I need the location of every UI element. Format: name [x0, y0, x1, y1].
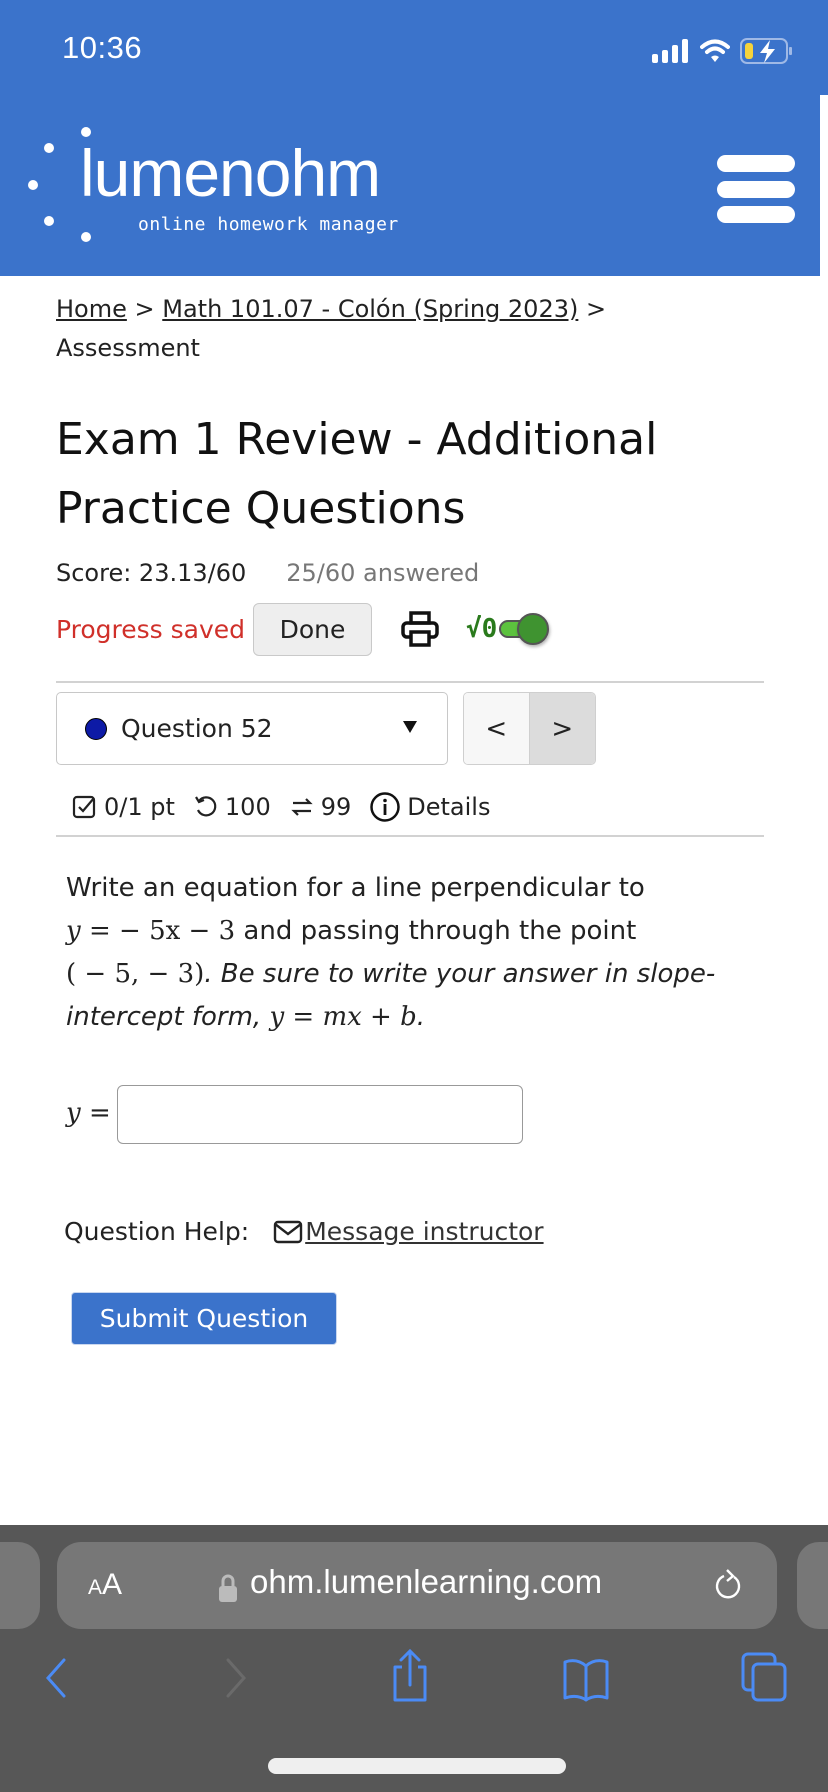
breadcrumb-separator: >: [134, 295, 155, 323]
math-point: ( − 5, − 3): [66, 959, 205, 989]
cellular-signal-icon: [652, 39, 688, 63]
breadcrumb: Home > Math 101.07 - Colón (Spring 2023)…: [56, 290, 756, 368]
answer-label-eq: =: [80, 1098, 111, 1128]
status-time: 10:36: [62, 30, 143, 65]
points: 0/1 pt: [104, 793, 175, 821]
score-row: Score: 23.13/60 25/60 answered: [56, 559, 479, 587]
breadcrumb-separator: >: [585, 295, 607, 323]
lock-icon: [219, 1574, 237, 1602]
math-display-toggle[interactable]: √0: [466, 613, 550, 645]
submit-question-button[interactable]: Submit Question: [71, 1292, 337, 1345]
question-text: Write an equation for a line perpendicul…: [66, 867, 766, 1039]
info-icon[interactable]: [369, 791, 401, 823]
menu-bar: [717, 180, 795, 198]
attempts-remaining: 100: [224, 793, 271, 821]
math-var: y: [66, 916, 81, 946]
checkbox-icon: [72, 795, 96, 819]
math-equation: y = − 5x − 3: [66, 916, 235, 946]
details-link[interactable]: Details: [407, 793, 490, 821]
help-label: Question Help:: [64, 1217, 250, 1246]
menu-bar: [717, 155, 795, 172]
progress-status: Progress saved: [56, 614, 246, 644]
next-question-button[interactable]: >: [529, 693, 595, 764]
math-eq: =: [80, 916, 120, 946]
page-title: Exam 1 Review - Additional Practice Ques…: [56, 414, 658, 534]
sqrt-icon: √0: [466, 614, 498, 644]
status-icons: [652, 36, 794, 66]
wifi-icon: [700, 39, 730, 62]
answered-count: 25/60 answered: [286, 559, 480, 587]
battery-charging-icon: [740, 38, 792, 64]
question-select[interactable]: Question 52: [56, 692, 448, 765]
next-tab-preview[interactable]: [797, 1542, 828, 1629]
forward-icon[interactable]: [224, 1657, 248, 1699]
breadcrumb-current: Assessment: [56, 334, 200, 362]
question-nav: < >: [463, 692, 596, 765]
retry-icon: [291, 798, 313, 816]
question-select-label: Question 52: [121, 714, 273, 743]
aa-large: A: [102, 1568, 123, 1601]
home-indicator[interactable]: [268, 1758, 566, 1774]
share-icon[interactable]: [390, 1647, 430, 1703]
logo-dot: [81, 232, 91, 242]
url-text[interactable]: ohm.lumenlearning.com: [250, 1563, 602, 1601]
question-middle: and passing through the point: [235, 916, 637, 946]
caret-down-icon: [403, 721, 417, 733]
done-button[interactable]: Done: [253, 602, 373, 656]
question-end: .: [416, 1002, 425, 1032]
logo-dot: [28, 180, 38, 190]
answer-label: y =: [66, 1098, 111, 1128]
logo-dot: [44, 143, 54, 153]
reader-settings-button[interactable]: AA: [88, 1568, 122, 1602]
previous-question-button[interactable]: <: [464, 693, 530, 764]
menu-bar: [717, 206, 795, 223]
breadcrumb-course[interactable]: Math 101.07 - Colón (Spring 2023): [162, 295, 578, 323]
mail-icon[interactable]: [273, 1219, 303, 1245]
question-info-row: 0/1 pt 100 99 Details: [72, 785, 490, 829]
math-rhs: − 5x − 3: [119, 916, 236, 946]
logo-dot: [44, 216, 54, 226]
bookmarks-icon[interactable]: [561, 1656, 611, 1702]
message-instructor-link[interactable]: Message instructor: [305, 1217, 543, 1246]
toggle-track[interactable]: [499, 613, 550, 645]
aa-small: A: [88, 1576, 103, 1599]
question-status-dot: [85, 717, 107, 740]
logo-subtitle: online homework manager: [138, 214, 399, 235]
question-help: Question Help: Message instructor: [64, 1217, 544, 1246]
logo[interactable]: lumenohm: [80, 140, 381, 206]
question-intro: Write an equation for a line perpendicul…: [66, 873, 645, 903]
divider: [56, 681, 764, 683]
answer-input[interactable]: [117, 1085, 523, 1144]
back-icon[interactable]: [44, 1657, 68, 1699]
score: Score: 23.13/60: [56, 559, 247, 587]
undo-attempts-icon: [194, 796, 217, 817]
reload-icon[interactable]: [712, 1568, 746, 1604]
math-form: y = mx + b: [269, 1002, 417, 1032]
printer-icon[interactable]: [400, 609, 440, 649]
hamburger-menu-icon[interactable]: [717, 155, 795, 223]
breadcrumb-home[interactable]: Home: [56, 295, 127, 323]
retries-remaining: 99: [320, 793, 352, 821]
previous-tab-preview[interactable]: [0, 1542, 40, 1629]
header-edge: [820, 95, 828, 276]
tabs-icon[interactable]: [740, 1651, 788, 1703]
answer-label-var: y: [66, 1098, 81, 1128]
divider: [56, 835, 764, 837]
toggle-knob[interactable]: [517, 613, 550, 645]
progress-row: Progress saved Done √0: [56, 602, 550, 656]
